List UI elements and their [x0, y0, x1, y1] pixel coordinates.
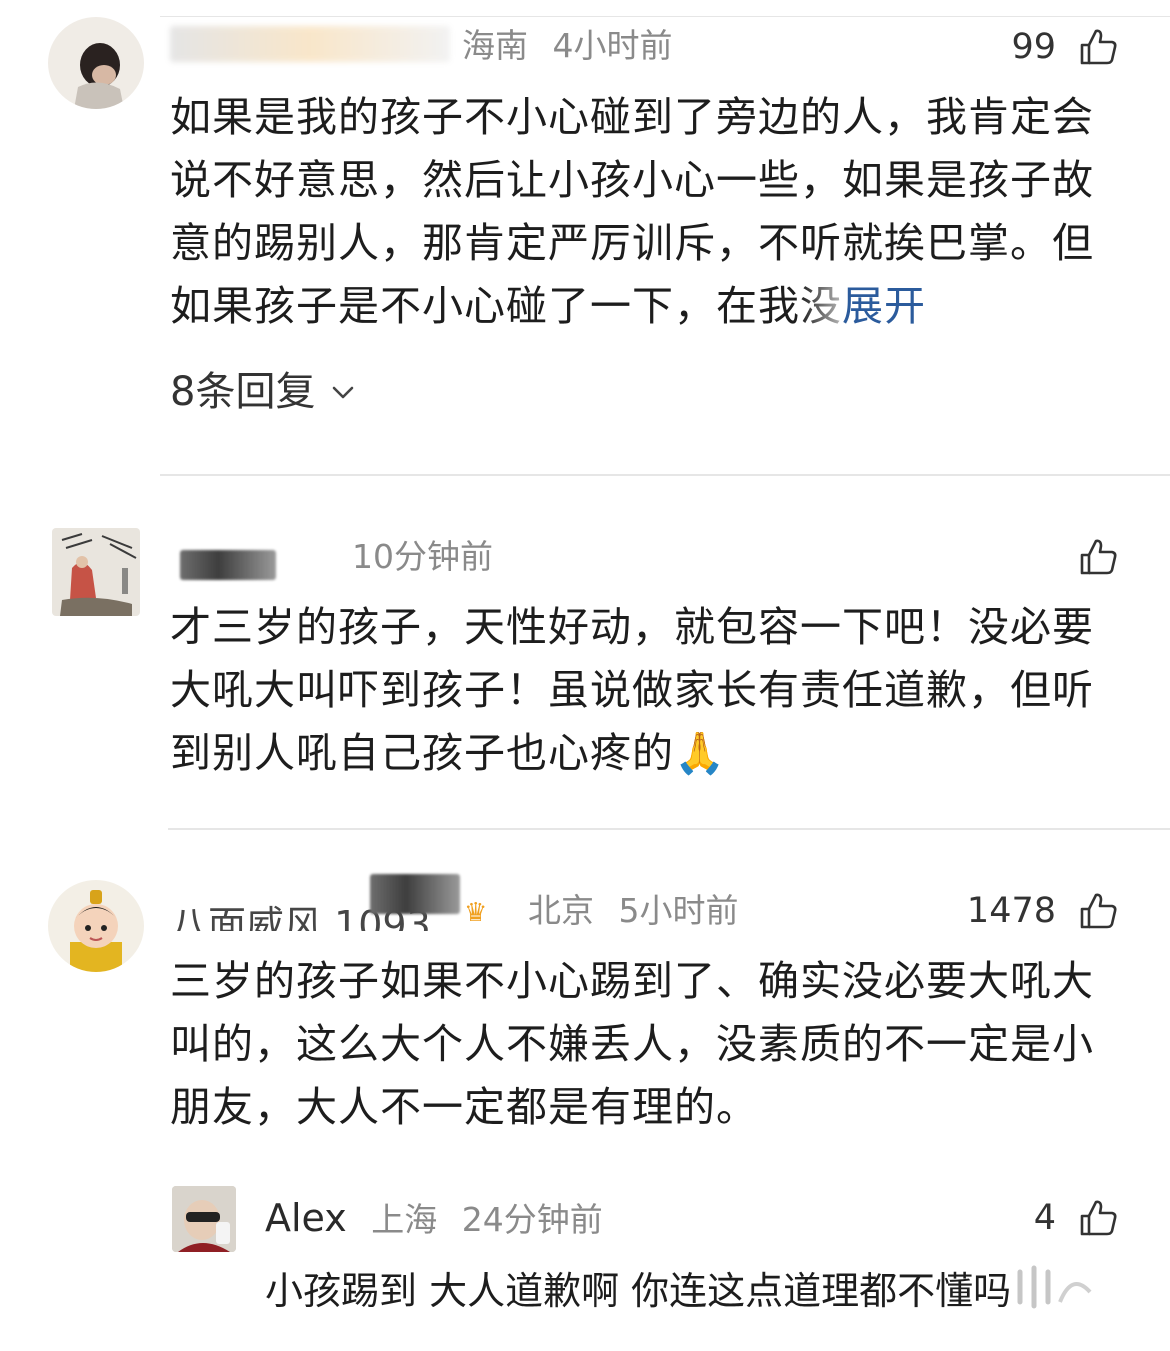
- like-count: 1478: [966, 891, 1056, 931]
- avatar[interactable]: [48, 880, 144, 972]
- like-button[interactable]: 4: [1034, 1198, 1118, 1238]
- comment-body: 三岁的孩子如果不小心踢到了、确实没必要大吼大叫的，这么大个人不嫌丢人，没素质的不…: [170, 957, 1094, 1131]
- comment-divider: [160, 474, 1170, 476]
- like-count: 4: [1033, 1198, 1056, 1238]
- like-button[interactable]: [1078, 537, 1118, 577]
- thumbs-up-icon: [1080, 539, 1117, 575]
- comment-time: 4小时前: [552, 26, 673, 65]
- comment-text: 如果是我的孩子不小心碰到了旁边的人，我肯定会说不好意思，然后让小孩小心一些，如果…: [170, 86, 1110, 338]
- avatar[interactable]: [172, 1186, 236, 1252]
- reply-meta: Alex 上海 24分钟前: [265, 1198, 603, 1240]
- view-replies-button[interactable]: 8条回复: [170, 367, 355, 417]
- comment-time: 5小时前: [618, 891, 739, 930]
- avatar[interactable]: [52, 528, 140, 616]
- watermark-icon: [1017, 1265, 1092, 1309]
- avatar[interactable]: [48, 17, 144, 109]
- comment-body-fade: 没: [800, 282, 842, 330]
- comment-time: 10分钟前: [352, 537, 493, 576]
- comment-meta: 10分钟前: [352, 537, 493, 577]
- comment-text: 三岁的孩子如果不小心踢到了、确实没必要大吼大叫的，这么大个人不嫌丢人，没素质的不…: [170, 950, 1110, 1139]
- thumbs-up-icon: [1080, 29, 1117, 65]
- like-count: 99: [1011, 27, 1056, 67]
- comment-location: 北京: [528, 891, 594, 930]
- username-redacted: [170, 26, 450, 62]
- comment-text: 才三岁的孩子，天性好动，就包容一下吧！没必要大吼大叫吓到孩子！虽说做家长有责任道…: [170, 596, 1110, 785]
- reply-location: 上海: [371, 1200, 438, 1239]
- reply-time: 24分钟前: [461, 1200, 603, 1239]
- like-button[interactable]: 99: [1011, 27, 1118, 67]
- comment-meta: 海南 4小时前: [462, 26, 673, 66]
- comment-location: 海南: [462, 26, 528, 65]
- username-redacted: [370, 874, 460, 914]
- comment-divider: [168, 828, 1170, 830]
- comment-body: 如果是我的孩子不小心碰到了旁边的人，我肯定会说不好意思，然后让小孩小心一些，如果…: [170, 93, 1094, 330]
- folded-hands-emoji: 🙏: [674, 729, 727, 777]
- username-redacted: [180, 550, 276, 580]
- reply-text: 小孩踢到 大人道歉啊 你连这点道理都不懂吗: [265, 1269, 1012, 1313]
- comment-meta: 北京 5小时前: [528, 891, 739, 931]
- comment-body: 才三岁的孩子，天性好动，就包容一下吧！没必要大吼大叫吓到孩子！虽说做家长有责任道…: [170, 603, 1094, 777]
- chevron-down-icon: [333, 386, 354, 399]
- replies-label: 8条回复: [170, 369, 316, 415]
- thumbs-up-icon: [1080, 1200, 1117, 1236]
- thumbs-up-icon: [1080, 893, 1117, 929]
- like-button[interactable]: 1478: [967, 891, 1118, 931]
- expand-link[interactable]: 展开: [842, 282, 926, 330]
- reply-username[interactable]: Alex: [265, 1196, 347, 1240]
- vip-crown-icon: ♛: [464, 898, 488, 928]
- top-divider: [160, 16, 1170, 17]
